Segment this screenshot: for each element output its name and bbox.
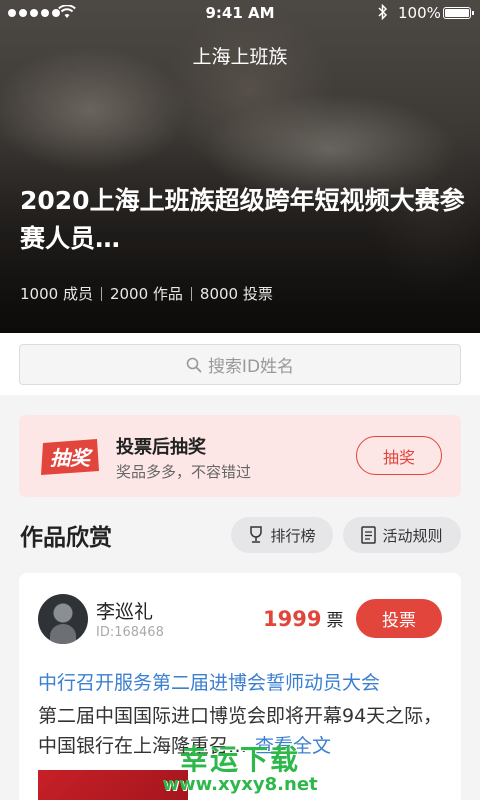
search-section: 搜索ID姓名 [0,333,480,395]
bluetooth-icon [378,4,388,20]
vote-button[interactable]: 投票 [356,599,442,638]
user-id: ID:168468 [96,625,164,640]
work-thumbnail[interactable] [38,770,188,800]
stat-votes: 8000 投票 [199,285,273,303]
ranking-button[interactable]: 排行榜 [231,517,333,553]
battery-icon [443,7,474,19]
work-title[interactable]: 中行召开服务第二届进博会誓师动员大会 [38,668,438,695]
section-title: 作品欣赏 [20,525,112,551]
stat-works: 2000 作品 [109,285,183,303]
hero-title: 2020上海上班族超级跨年短视频大赛参赛人员… [20,186,465,253]
lottery-button[interactable]: 抽奖 [356,436,442,475]
ranking-label: 排行榜 [270,526,316,545]
stat-members: 1000 成员 [20,285,93,303]
avatar[interactable] [38,594,88,644]
hero-banner: 9:41 AM 100% 上海上班族 2020上海上班族超级跨年短视频大赛参赛人… [0,0,480,333]
rules-button[interactable]: 活动规则 [343,517,461,553]
lottery-subtitle: 奖品多多，不容错过 [116,463,252,481]
search-placeholder: 搜索ID姓名 [207,357,295,377]
nav-title: 上海上班族 [192,46,288,68]
read-more-link[interactable]: 查看全文 [255,735,331,757]
lottery-banner[interactable]: 抽奖 投票后抽奖 奖品多多，不容错过 抽奖 [19,415,461,497]
search-icon [186,357,202,372]
battery-percent: 100% [398,4,441,22]
lottery-title: 投票后抽奖 [116,437,206,458]
status-bar: 9:41 AM 100% [0,0,480,28]
work-card[interactable]: 李巡礼 ID:168468 1999 票 投票 中行召开服务第二届进博会誓师动员大… [19,573,461,800]
trophy-icon [250,526,263,543]
hero-stats: 1000 成员 2000 作品 8000 投票 [20,283,273,304]
rules-label: 活动规则 [382,526,443,545]
vote-count-unit: 票 [326,611,344,631]
document-icon [361,526,377,544]
work-description-text: 第二届中国国际进口博览会即将开幕94天之际，中国银行在上海隆重召… [38,705,443,757]
stat-divider [100,286,102,301]
stat-divider [190,286,192,301]
work-description: 第二届中国国际进口博览会即将开幕94天之际，中国银行在上海隆重召… 查看全文 [38,701,448,761]
search-input[interactable]: 搜索ID姓名 [19,344,461,385]
lottery-icon-text: 抽奖 [50,446,94,470]
vote-count-number: 1999 [263,607,322,631]
vote-count: 1999 票 [263,606,343,631]
lottery-icon: 抽奖 [41,439,99,475]
user-name: 李巡礼 [96,601,154,623]
